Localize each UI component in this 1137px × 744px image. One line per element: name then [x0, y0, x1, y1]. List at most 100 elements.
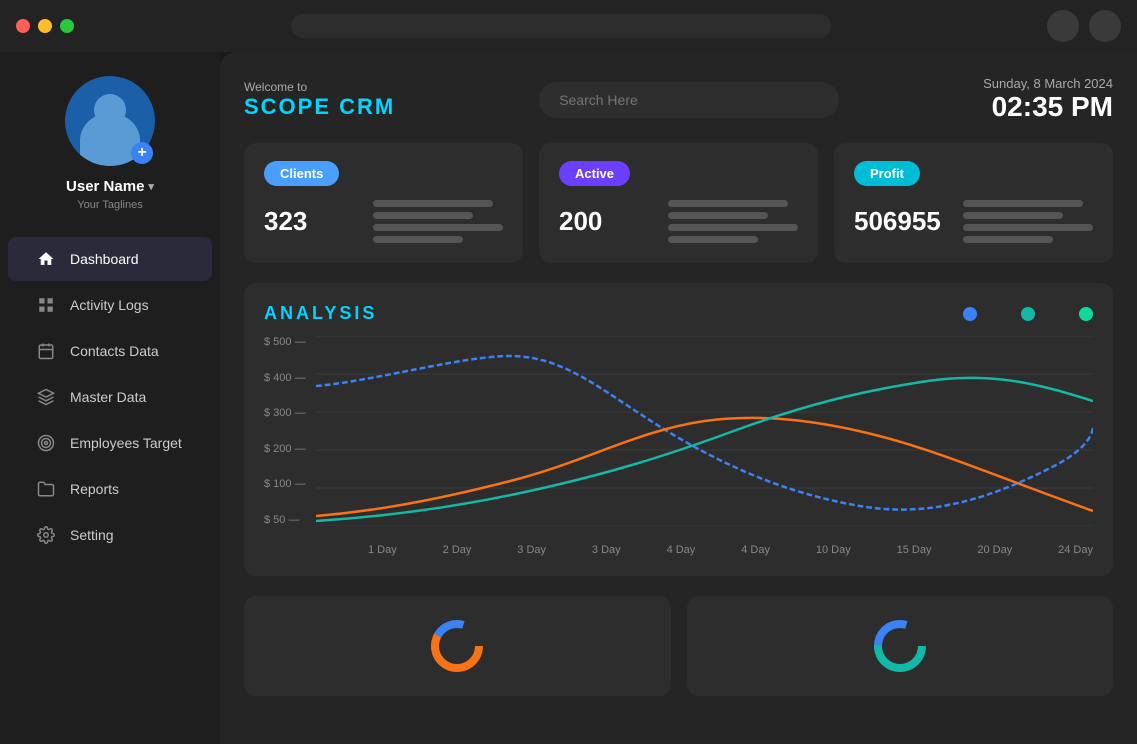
active-bar-1	[668, 200, 788, 207]
titlebar-btn-2[interactable]	[1089, 10, 1121, 42]
legend-dot-green	[1079, 307, 1093, 321]
active-bars	[668, 200, 798, 243]
clients-body: 323	[264, 200, 503, 243]
bottom-card-left	[244, 596, 671, 696]
avatar-body	[80, 113, 140, 166]
active-bar-3	[668, 224, 798, 231]
legend-dot-teal	[1021, 307, 1035, 321]
active-badge: Active	[559, 161, 630, 186]
sidebar-item-master-data[interactable]: Master Data	[8, 375, 212, 419]
analysis-header: ANALYSIS	[264, 303, 1093, 324]
profit-bar-1	[963, 200, 1083, 207]
y-label-50: $ 50 —	[264, 514, 306, 526]
crm-title: SCOPE CRM	[244, 94, 395, 120]
bottom-row	[244, 596, 1113, 696]
clients-bar-4	[373, 236, 463, 243]
x-label-15day: 15 Day	[897, 544, 932, 556]
x-label-4day-b: 4 Day	[741, 544, 770, 556]
y-label-100: $ 100 —	[264, 478, 306, 490]
x-label-3day-b: 3 Day	[592, 544, 621, 556]
y-label-400: $ 400 —	[264, 372, 306, 384]
stat-card-profit: Profit 506955	[834, 143, 1113, 263]
titlebar-btn-1[interactable]	[1047, 10, 1079, 42]
profit-body: 506955	[854, 200, 1093, 243]
analysis-title: ANALYSIS	[264, 303, 377, 324]
active-value: 200	[559, 206, 602, 237]
branding: Welcome to SCOPE CRM	[244, 80, 395, 120]
stats-row: Clients 323 Active 200	[244, 143, 1113, 263]
x-label-20day: 20 Day	[977, 544, 1012, 556]
clients-bar-3	[373, 224, 503, 231]
stat-card-active: Active 200	[539, 143, 818, 263]
active-body: 200	[559, 200, 798, 243]
active-bar-4	[668, 236, 758, 243]
app-layout: + User Name ▾ Your Taglines Dashboard Ac…	[0, 52, 1137, 744]
x-label-4day-a: 4 Day	[667, 544, 696, 556]
bottom-card-right	[687, 596, 1114, 696]
grid-icon	[36, 295, 56, 315]
sidebar-item-employees-target[interactable]: Employees Target	[8, 421, 212, 465]
sidebar-item-activity-logs[interactable]: Activity Logs	[8, 283, 212, 327]
sidebar-label-activity: Activity Logs	[70, 297, 149, 313]
x-label-2day: 2 Day	[443, 544, 472, 556]
sidebar-label-contacts: Contacts Data	[70, 343, 159, 359]
avatar-add-button[interactable]: +	[131, 142, 153, 164]
titlebar-address	[291, 14, 831, 38]
x-label-3day-a: 3 Day	[517, 544, 546, 556]
user-tagline: Your Taglines	[77, 199, 142, 211]
profit-bars	[963, 200, 1093, 243]
y-label-300: $ 300 —	[264, 407, 306, 419]
home-icon	[36, 249, 56, 269]
clients-bar-1	[373, 200, 493, 207]
welcome-text: Welcome to	[244, 80, 395, 94]
profit-value: 506955	[854, 206, 941, 237]
calendar-icon	[36, 341, 56, 361]
search-input[interactable]	[539, 82, 839, 118]
profit-bar-4	[963, 236, 1053, 243]
maximize-dot[interactable]	[60, 19, 74, 33]
clients-badge: Clients	[264, 161, 339, 186]
sidebar: + User Name ▾ Your Taglines Dashboard Ac…	[0, 52, 220, 744]
avatar: +	[65, 76, 155, 166]
x-axis-labels: 1 Day 2 Day 3 Day 3 Day 4 Day 4 Day 10 D…	[368, 540, 1093, 556]
x-label-1day: 1 Day	[368, 544, 397, 556]
y-label-500: $ 500 —	[264, 336, 306, 348]
sidebar-label-employees: Employees Target	[70, 435, 182, 451]
header: Welcome to SCOPE CRM Sunday, 8 March 202…	[244, 76, 1113, 123]
analysis-card: ANALYSIS $ 500 — $ 400 — $ 300 — $ 200 —…	[244, 283, 1113, 576]
minimize-dot[interactable]	[38, 19, 52, 33]
gear-icon	[36, 525, 56, 545]
donut-chart-2	[870, 616, 930, 676]
donut-chart	[427, 616, 487, 676]
x-label-10day: 10 Day	[816, 544, 851, 556]
profit-bar-3	[963, 224, 1093, 231]
y-axis-labels: $ 500 — $ 400 — $ 300 — $ 200 — $ 100 — …	[264, 336, 306, 526]
sidebar-item-reports[interactable]: Reports	[8, 467, 212, 511]
legend-dot-blue	[963, 307, 977, 321]
target-icon	[36, 433, 56, 453]
titlebar	[0, 0, 1137, 52]
main-content: Welcome to SCOPE CRM Sunday, 8 March 202…	[220, 52, 1137, 744]
x-label-24day: 24 Day	[1058, 544, 1093, 556]
chart-svg	[316, 336, 1093, 526]
profit-badge: Profit	[854, 161, 920, 186]
profit-bar-2	[963, 212, 1063, 219]
sidebar-label-master: Master Data	[70, 389, 146, 405]
chart-legend	[963, 307, 1093, 321]
sidebar-label-dashboard: Dashboard	[70, 251, 139, 267]
clients-bar-2	[373, 212, 473, 219]
sidebar-item-setting[interactable]: Setting	[8, 513, 212, 557]
sidebar-item-contacts-data[interactable]: Contacts Data	[8, 329, 212, 373]
date-label: Sunday, 8 March 2024	[983, 76, 1113, 91]
y-label-200: $ 200 —	[264, 443, 306, 455]
chart-area: $ 500 — $ 400 — $ 300 — $ 200 — $ 100 — …	[264, 336, 1093, 556]
sidebar-item-dashboard[interactable]: Dashboard	[8, 237, 212, 281]
close-dot[interactable]	[16, 19, 30, 33]
folder-icon	[36, 479, 56, 499]
clients-value: 323	[264, 206, 307, 237]
time-label: 02:35 PM	[983, 91, 1113, 123]
sidebar-label-setting: Setting	[70, 527, 114, 543]
user-name: User Name ▾	[66, 178, 154, 195]
sidebar-label-reports: Reports	[70, 481, 119, 497]
clients-bars	[373, 200, 503, 243]
